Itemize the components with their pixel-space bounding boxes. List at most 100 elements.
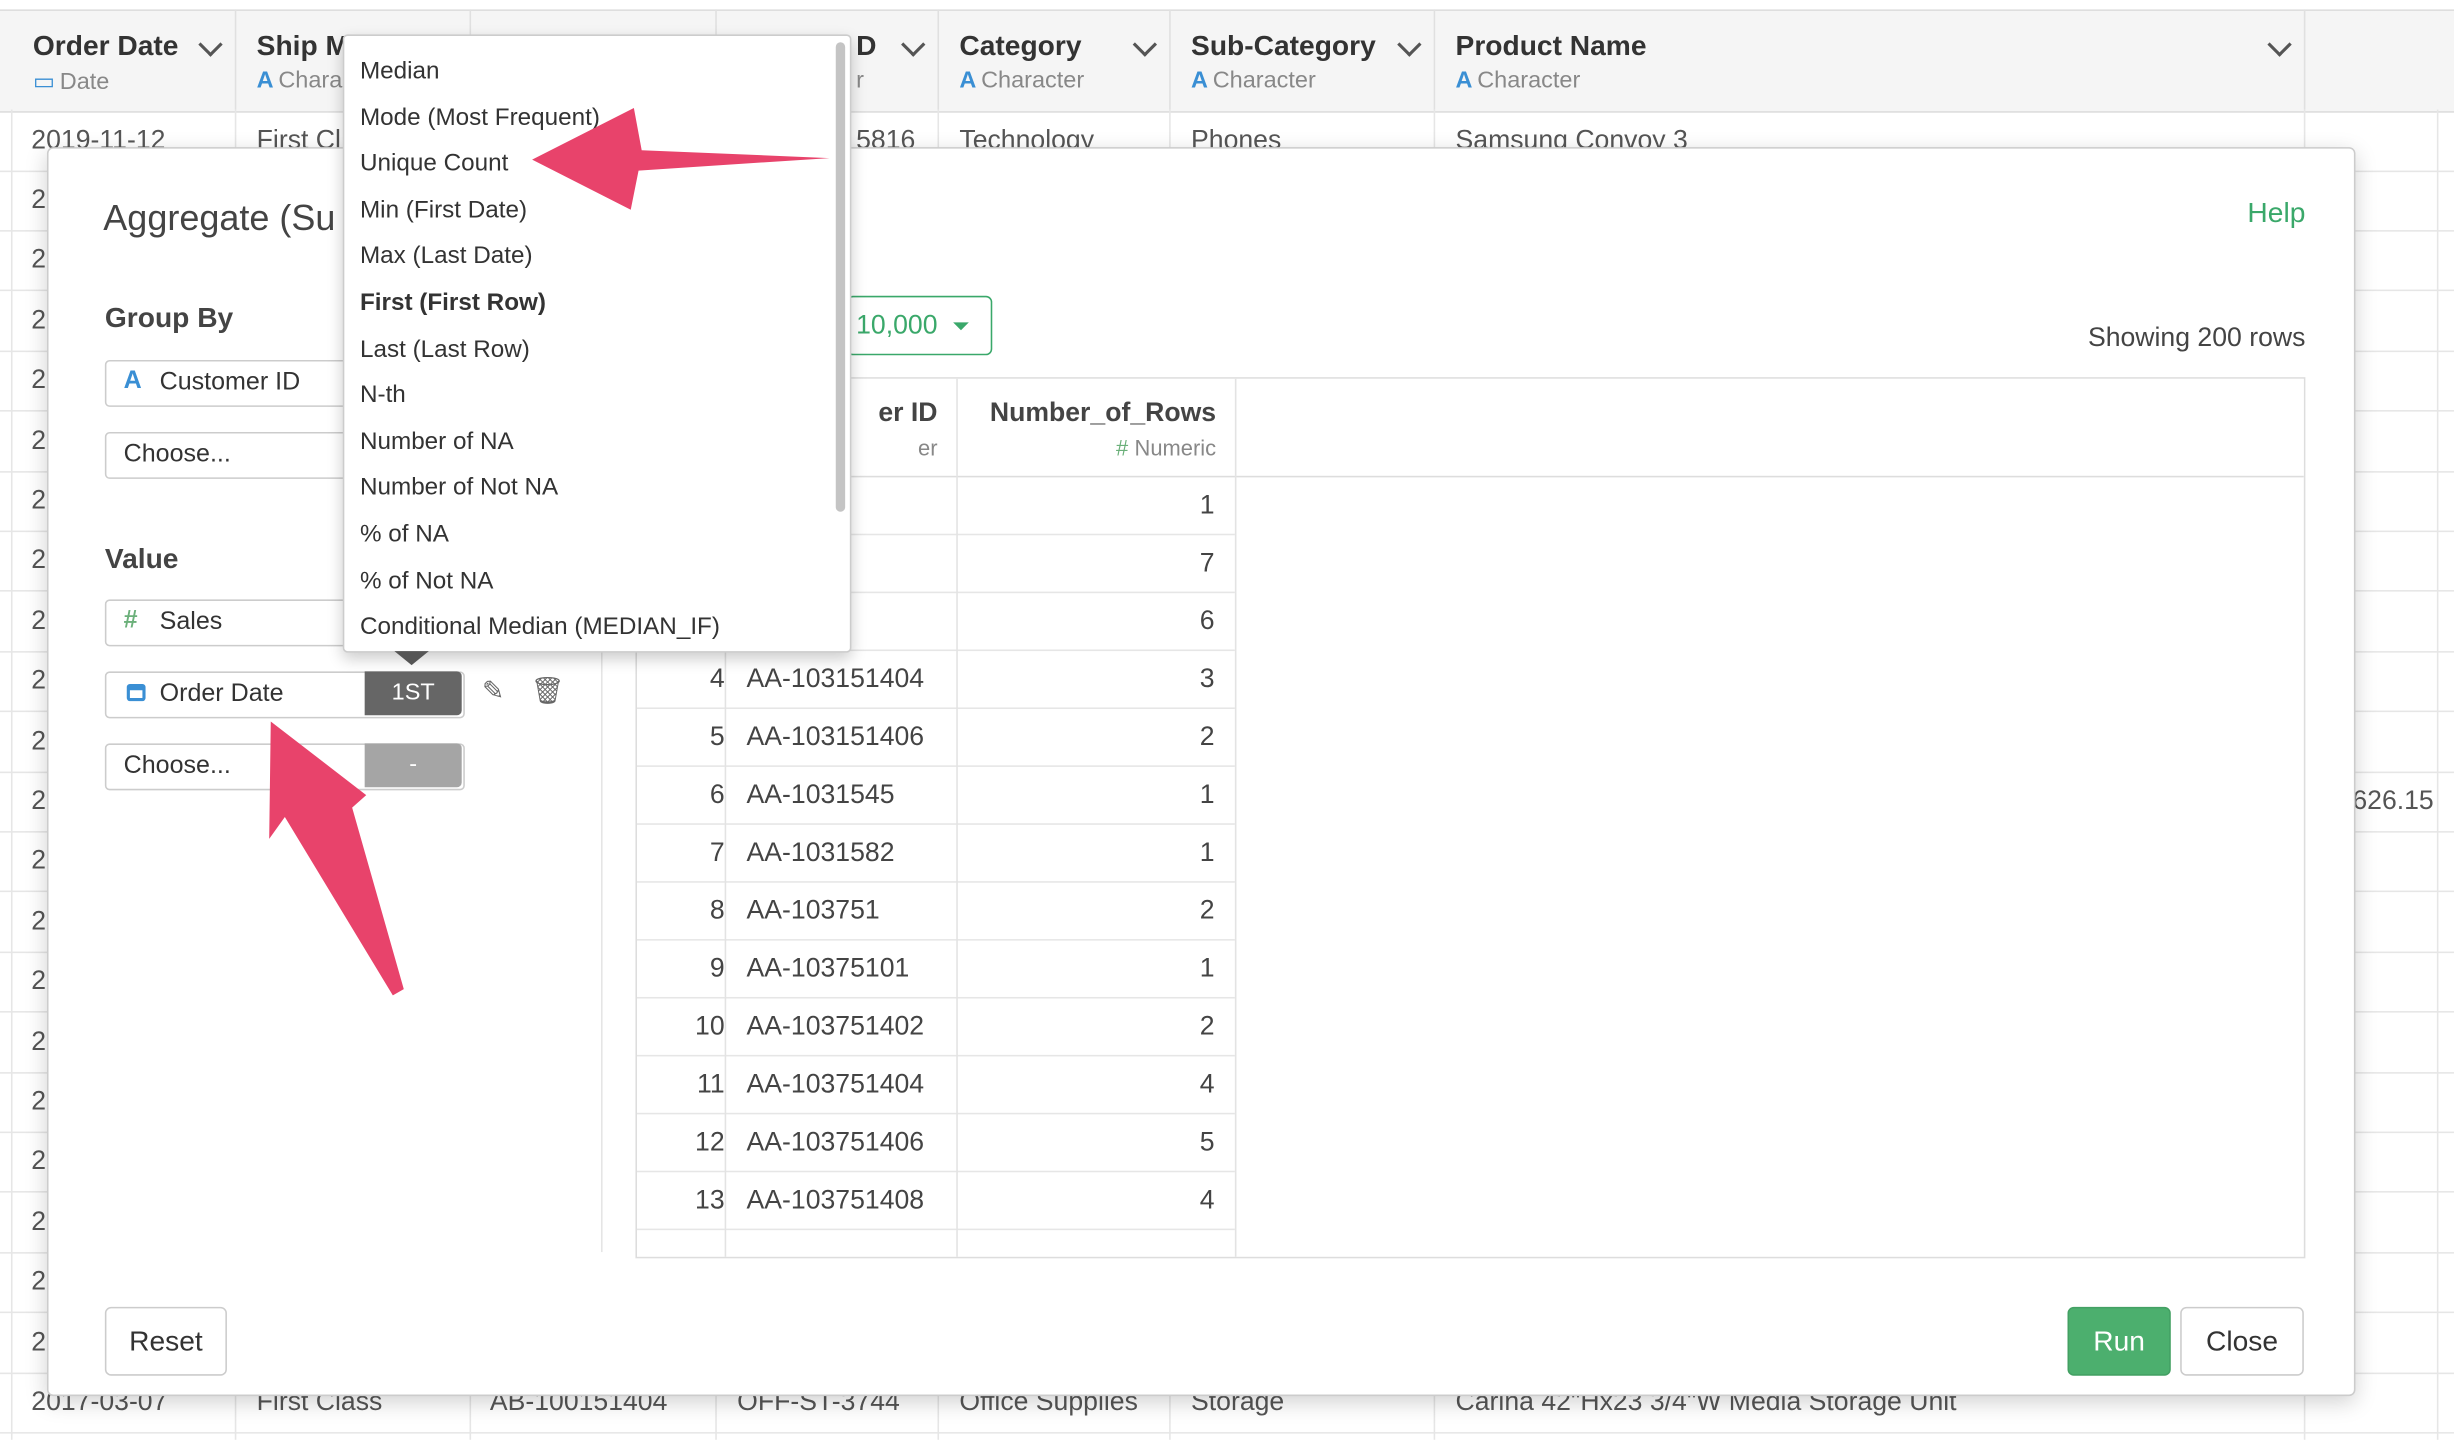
- grid-cell: 2: [31, 1206, 47, 1237]
- number-of-rows-cell: 4: [1199, 1184, 1215, 1215]
- chevron-down-icon[interactable]: [901, 32, 926, 57]
- customer-id-cell: AA-103751402: [746, 1011, 925, 1041]
- edit-icon[interactable]: ✎: [482, 676, 504, 707]
- grid-column-header[interactable]: Category A Character: [937, 9, 1171, 110]
- grid-cell: 2: [31, 545, 47, 576]
- menu-item[interactable]: % of NA: [360, 521, 449, 549]
- grid-cell: 2: [31, 1326, 47, 1357]
- dialog-title: Aggregate (Su: [103, 197, 336, 238]
- menu-item[interactable]: Max (Last Date): [360, 243, 533, 271]
- grid-column-name: Ship M: [256, 29, 350, 62]
- grid-cell: 2: [31, 965, 47, 996]
- chevron-down-icon[interactable]: [1132, 32, 1158, 57]
- row-number: 7: [709, 837, 725, 868]
- preview-col-customer-name: er ID: [878, 397, 938, 428]
- character-icon: A: [123, 367, 142, 395]
- preview-col-rows-type-label: Numeric: [1134, 435, 1217, 461]
- grid-column-type-label: Character: [981, 67, 1085, 94]
- customer-id-cell: AA-1031545: [746, 779, 895, 810]
- preview-col-rows-name: Number_of_Rows: [989, 397, 1217, 428]
- reset-button[interactable]: Reset: [104, 1306, 227, 1376]
- group-by-field-label: Customer ID: [159, 369, 301, 396]
- menu-item[interactable]: N-th: [360, 382, 406, 410]
- value-field-order-date-label: Order Date: [159, 680, 284, 708]
- menu-item[interactable]: % of Not NA: [360, 567, 493, 595]
- table-row: 5 AA-103151406 2: [636, 709, 1235, 767]
- grid-cell: 2: [31, 485, 47, 515]
- calendar-icon: [126, 683, 146, 702]
- menu-scrollbar[interactable]: [835, 42, 846, 512]
- grid-cell: 2: [31, 184, 47, 215]
- number-of-rows-cell: 1: [1199, 837, 1215, 868]
- menu-item[interactable]: Number of NA: [360, 429, 514, 457]
- column-divider: [1234, 475, 1237, 1257]
- preview-table: er ID er Number_of_Rows #Numeric 5120151…: [635, 377, 2306, 1259]
- row-limit-dropdown[interactable]: 10,000: [846, 295, 993, 356]
- value-field-sales-label: Sales: [159, 608, 223, 636]
- character-icon: A: [959, 67, 977, 94]
- grid-column-type-label: r: [856, 67, 864, 94]
- table-row: 9 AA-10375101 1: [636, 941, 1235, 999]
- customer-id-cell: AA-103151404: [746, 663, 925, 694]
- grid-column-header[interactable]: Product Name A Character: [1434, 9, 2306, 110]
- hash-icon: #: [1116, 435, 1129, 461]
- close-button[interactable]: Close: [2180, 1306, 2304, 1376]
- customer-id-cell: AA-103751: [746, 895, 880, 925]
- aggregate-function-menu: Median Mode (Most Frequent) Unique Count Mi…: [342, 34, 852, 653]
- customer-id-cell: AA-103751408: [746, 1184, 925, 1215]
- character-icon: A: [1191, 67, 1209, 94]
- column-divider: [956, 475, 958, 1257]
- menu-item[interactable]: Conditional Median (MEDIAN_IF): [360, 614, 720, 642]
- grid-column-type-label: Chara: [278, 67, 343, 94]
- menu-item[interactable]: Mode (Most Frequent): [360, 104, 600, 132]
- number-of-rows-cell: 4: [1199, 1068, 1215, 1099]
- run-button[interactable]: Run: [2067, 1306, 2171, 1376]
- menu-item[interactable]: First (First Row): [360, 290, 546, 318]
- grid-column-type-label: Character: [1212, 67, 1316, 94]
- grid-column-type-label: Date: [59, 68, 110, 96]
- chevron-down-icon[interactable]: [2267, 32, 2292, 57]
- menu-item[interactable]: Unique Count: [360, 151, 508, 179]
- grid-cell: 2: [31, 905, 47, 936]
- chevron-down-icon[interactable]: [198, 32, 223, 57]
- menu-item[interactable]: Min (First Date): [360, 197, 527, 225]
- grid-cell: 2: [31, 665, 47, 696]
- number-of-rows-cell: 2: [1199, 895, 1215, 925]
- row-count-status: Showing 200 rows: [2087, 322, 2306, 353]
- grid-cell: 2: [31, 1086, 47, 1116]
- value-choose-function-button[interactable]: -: [364, 743, 462, 788]
- table-row: 8 AA-103751 2: [636, 883, 1235, 941]
- row-number: 5: [709, 721, 725, 752]
- number-of-rows-cell: 1: [1199, 953, 1215, 983]
- preview-col-rows[interactable]: Number_of_Rows # Numeric: [956, 378, 1237, 476]
- preview-col-customer-type: er: [918, 435, 938, 461]
- menu-item[interactable]: Last (Last Row): [360, 336, 530, 364]
- row-number: 9: [709, 953, 725, 983]
- grid-cell: 2: [31, 1146, 47, 1177]
- table-row: 11 AA-103751404 4: [636, 1056, 1235, 1115]
- menu-item[interactable]: Number of Not NA: [360, 475, 558, 503]
- number-of-rows-cell: 5: [1199, 1126, 1215, 1157]
- grid-column-header[interactable]: Order Date ▭ Date: [11, 9, 237, 110]
- grid-column-header[interactable]: Sub-Category A Character: [1169, 9, 1436, 110]
- number-of-rows-cell: 7: [1199, 547, 1215, 578]
- chevron-down-icon[interactable]: [1397, 32, 1422, 57]
- grid-cell: 2: [31, 425, 47, 455]
- help-link[interactable]: Help: [2247, 197, 2305, 230]
- trash-icon[interactable]: 🗑: [531, 676, 565, 707]
- grid-column-type-label: Character: [1477, 67, 1581, 94]
- grid-column-name: Category: [959, 29, 1082, 62]
- menu-item[interactable]: Median: [360, 58, 440, 86]
- value-choose-label: Choose...: [123, 752, 231, 780]
- grid-cell: 2: [31, 304, 47, 335]
- number-of-rows-cell: 1: [1199, 779, 1215, 810]
- row-number: 6: [709, 779, 725, 810]
- grid-column-type: r: [856, 67, 864, 94]
- table-row: 13 AA-103751408 4: [636, 1172, 1235, 1231]
- grid-cell: 2: [31, 244, 47, 275]
- grid-cell: 2: [31, 1266, 47, 1297]
- table-row: 4 AA-103151404 3: [636, 651, 1235, 709]
- aggregate-function-button[interactable]: 1ST: [364, 671, 462, 716]
- grid-column-type: A Character: [1456, 67, 1581, 94]
- group-by-label: Group By: [104, 302, 234, 334]
